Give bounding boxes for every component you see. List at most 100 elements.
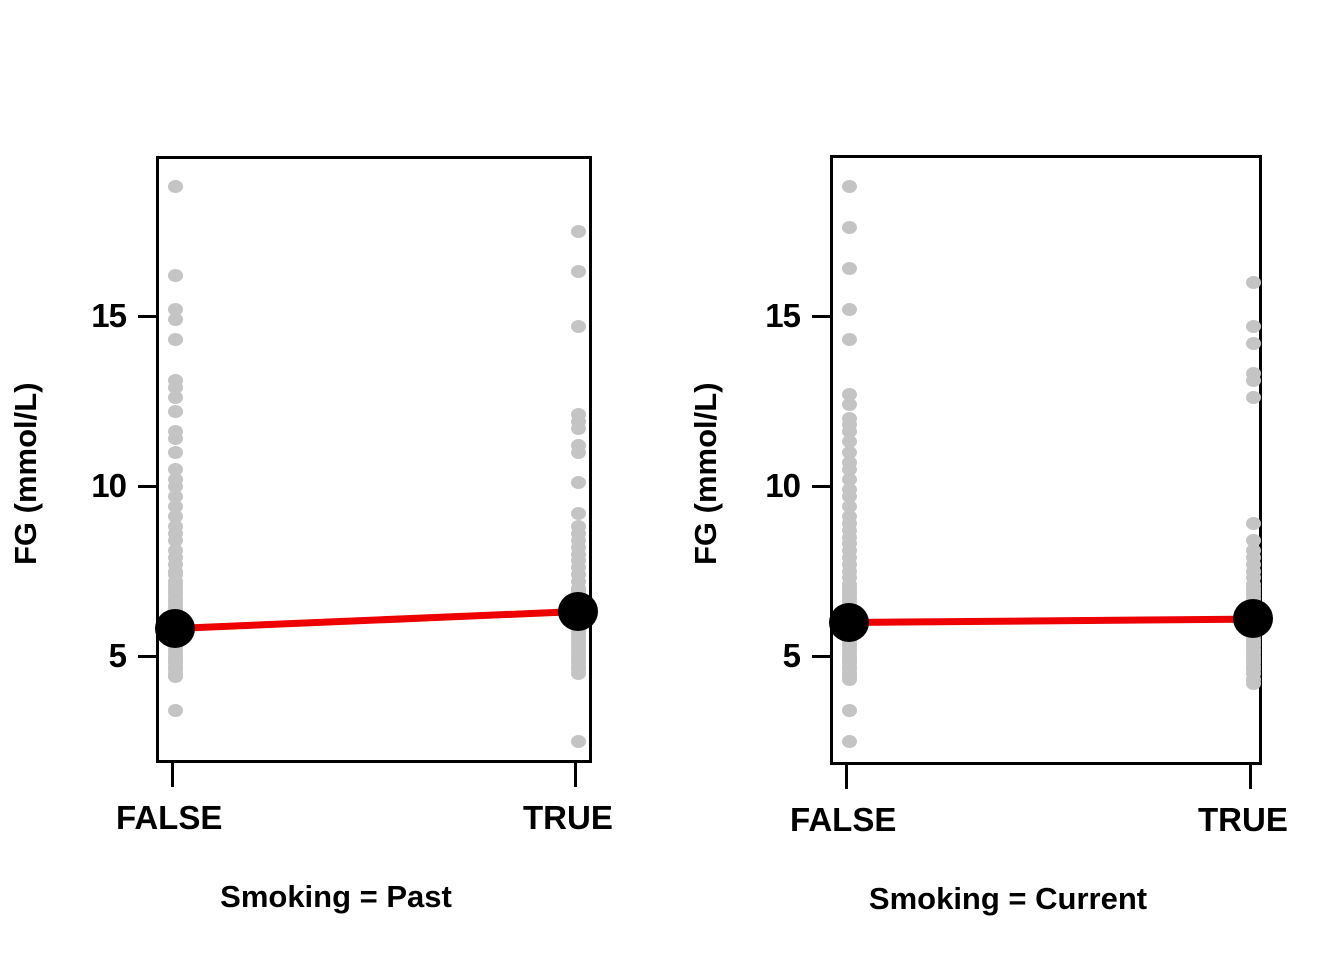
scatter-point (842, 398, 857, 411)
scatter-point (571, 649, 586, 663)
plot-area (829, 155, 1273, 765)
scatter-point (842, 615, 857, 629)
scatter-point (1246, 673, 1261, 687)
scatter-point (842, 411, 857, 425)
scatter-point (1246, 676, 1261, 690)
mean-overlay-layer (829, 158, 1273, 762)
scatter-point (1246, 564, 1261, 578)
scatter-point (571, 659, 586, 673)
scatter-point (842, 557, 857, 571)
scatter-point (842, 632, 857, 646)
scatter-point (168, 595, 183, 609)
x-axis-title: Smoking = Past (220, 879, 452, 914)
scatter-point (1246, 608, 1261, 622)
scatter-point (168, 581, 183, 595)
scatter-point (571, 622, 586, 636)
scatter-point (842, 564, 857, 578)
scatter-point (168, 544, 183, 558)
x-tick-label-true: TRUE (1198, 801, 1288, 838)
scatter-point (1246, 605, 1261, 619)
scatter-point (1246, 646, 1261, 660)
scatter-point (842, 455, 857, 469)
scatter-point (842, 646, 857, 660)
mean-point-true (558, 592, 598, 632)
scatter-point (842, 387, 857, 401)
scatter-point (842, 418, 857, 432)
x-axis-title: Smoking = Current (868, 881, 1148, 916)
scatter-point (571, 547, 586, 561)
scatter-point (1246, 591, 1261, 605)
scatter-point (1246, 336, 1261, 350)
scatter-point (842, 619, 857, 632)
y-tick-mark-5 (138, 655, 156, 658)
scatter-point (571, 540, 586, 554)
scatter-point (842, 262, 857, 275)
scatter-point (168, 391, 183, 405)
scatter-point (1246, 551, 1261, 564)
scatter-point (1246, 367, 1261, 381)
scatter-point (571, 612, 586, 626)
scatter-point (168, 510, 183, 524)
scatter-point (168, 663, 183, 677)
scatter-point (842, 656, 857, 670)
scatter-point (168, 302, 183, 316)
panel-smoking-current: FG (mmol/L) 5 10 15 FALSE TRUE Smoking =… (672, 0, 1344, 960)
scatter-point (1246, 602, 1261, 615)
scatter-point (842, 639, 857, 653)
scatter-point (571, 615, 586, 629)
x-tick-mark-false (171, 763, 174, 787)
scatter-point (168, 500, 183, 513)
y-tick-mark-10 (812, 485, 830, 488)
scatter-point (571, 608, 586, 622)
scatter-point (571, 265, 586, 279)
scatter-point (168, 564, 183, 578)
scatter-point (571, 602, 586, 615)
scatter-point (571, 639, 586, 653)
scatter-point (1246, 642, 1261, 656)
scatter-point (1246, 629, 1261, 643)
scatter-point (571, 663, 586, 677)
y-tick-label-10: 10 (765, 467, 801, 504)
scatter-point (842, 659, 857, 673)
scatter-point (168, 659, 183, 673)
y-tick-label-10: 10 (91, 467, 127, 504)
scatter-point (842, 612, 857, 626)
scatter-point (571, 605, 586, 619)
scatter-point (168, 462, 183, 476)
scatter-point (842, 663, 857, 677)
scatter-point (842, 585, 857, 598)
scatter-point (571, 527, 586, 541)
scatter-point (1246, 588, 1261, 602)
scatter-point (168, 666, 183, 680)
x-tick-mark-true (1249, 765, 1252, 789)
scatter-point (842, 483, 857, 496)
scatter-point (842, 625, 857, 639)
y-tick-label-15: 15 (765, 297, 801, 334)
scatter-point (571, 408, 586, 422)
scatter-point (571, 646, 586, 660)
scatter-point (1246, 319, 1261, 333)
plot-area (155, 156, 598, 763)
y-tick-mark-5 (812, 655, 830, 658)
scatter-point (1246, 659, 1261, 673)
scatter-point (168, 333, 183, 347)
scatter-point (168, 568, 183, 581)
scatter-point (842, 649, 857, 663)
scatter-point (842, 425, 857, 439)
scatter-point (571, 224, 586, 238)
y-axis-title: FG (mmol/L) (8, 381, 43, 565)
scatter-point (1246, 585, 1261, 598)
scatter-point (168, 608, 183, 622)
scatter-point (571, 415, 586, 428)
scatter-point (571, 568, 586, 581)
scatter-point (1246, 517, 1261, 530)
scatter-point (842, 500, 857, 513)
scatter-point (842, 670, 857, 683)
scatter-point (571, 554, 586, 568)
scatter-point (842, 734, 857, 748)
scatter-point (1246, 557, 1261, 571)
scatter-point (842, 642, 857, 656)
scatter-point (168, 656, 183, 670)
scatter-point (1246, 571, 1261, 585)
scatter-point (168, 432, 183, 445)
